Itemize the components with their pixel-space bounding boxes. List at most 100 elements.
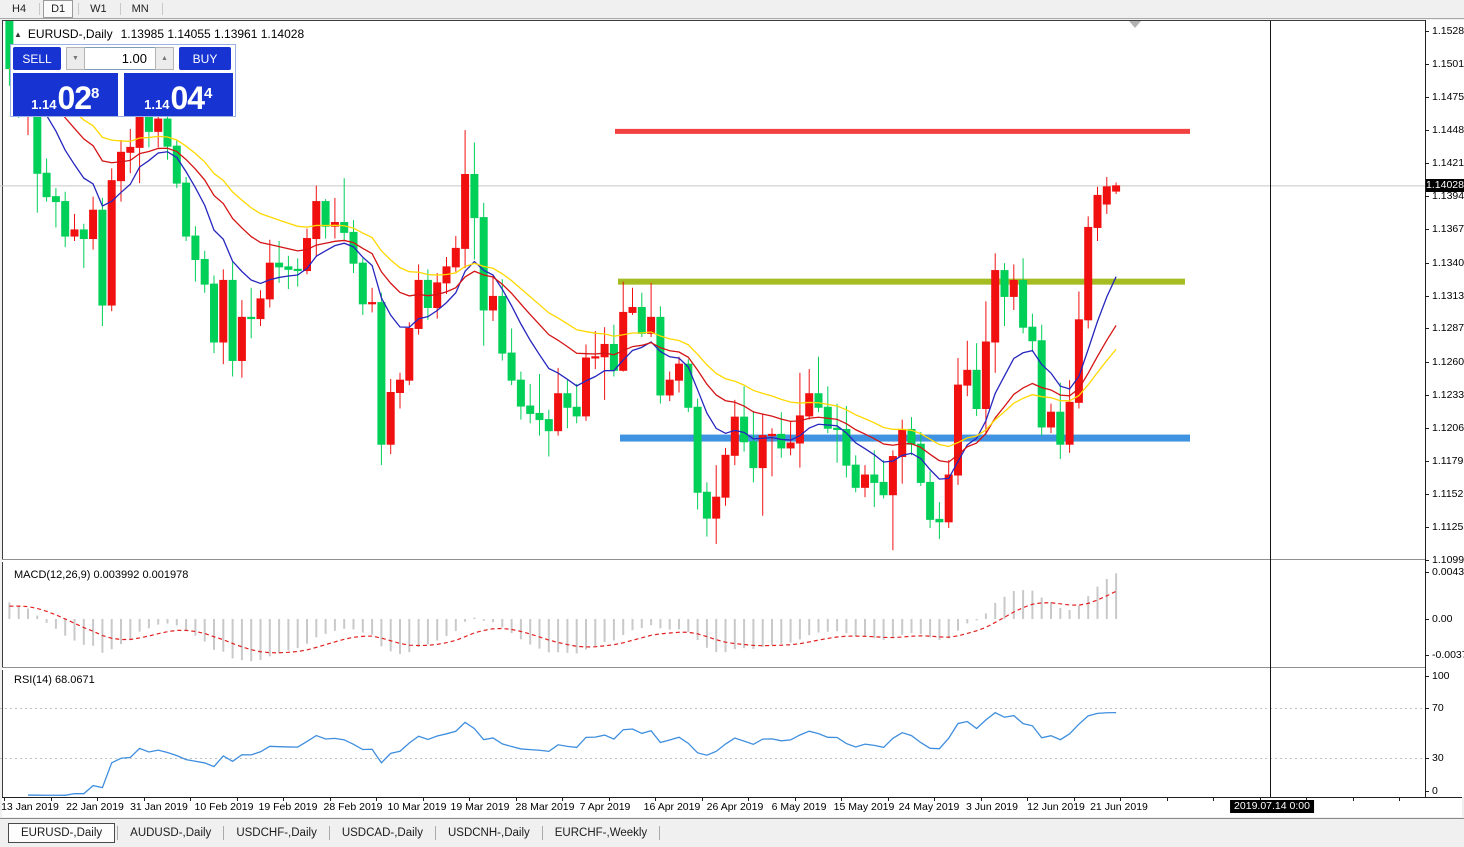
toolbar-separator — [78, 3, 79, 15]
price-tick — [1425, 163, 1429, 164]
buy-price-tile[interactable]: 1.14 04 4 — [124, 73, 233, 116]
date-axis-label: 31 Jan 2019 — [130, 801, 188, 813]
date-axis-label: 26 Apr 2019 — [707, 801, 764, 813]
timeframe-button-h4[interactable]: H4 — [4, 0, 34, 18]
date-axis[interactable]: 13 Jan 201922 Jan 201931 Jan 201910 Feb … — [2, 798, 1462, 817]
date-axis-label: 3 Jun 2019 — [966, 801, 1018, 813]
date-axis-label: 15 May 2019 — [834, 801, 895, 813]
one-click-trade-panel: SELL ▼ ▲ BUY 1.14 02 8 1.14 04 4 — [10, 44, 236, 117]
date-minor-tick — [1213, 798, 1214, 801]
price-tick — [1425, 527, 1429, 528]
date-minor-tick — [702, 798, 703, 801]
price-axis-label: 1.15015 — [1432, 59, 1464, 70]
price-axis-label: 1.14750 — [1432, 92, 1464, 103]
price-axis-label: 1.11255 — [1432, 522, 1464, 533]
price-axis-label: 1.12330 — [1432, 390, 1464, 401]
macd-signal-line — [9, 591, 1116, 652]
price-tick — [1425, 296, 1429, 297]
price-axis-label: 1.15285 — [1432, 26, 1464, 37]
date-axis-label: 7 Apr 2019 — [580, 801, 631, 813]
sell-button[interactable]: SELL — [13, 47, 61, 70]
chart-tab-usdcaddaily[interactable]: USDCAD-,Daily — [332, 824, 433, 842]
rsi-axis-label: 30 — [1432, 753, 1444, 764]
horizontal-level-line — [615, 129, 1190, 134]
timeframe-button-mn[interactable]: MN — [124, 0, 157, 18]
vertical-line-object[interactable] — [1270, 21, 1271, 797]
chart-symbol-label: EURUSD-,Daily — [28, 27, 113, 41]
price-axis-label: 1.12065 — [1432, 423, 1464, 434]
rsi-label: RSI(14) 68.0671 — [14, 674, 95, 686]
macd-panel-canvas[interactable] — [0, 566, 1425, 666]
rsi-line — [28, 713, 1116, 796]
price-axis-label: 1.13405 — [1432, 258, 1464, 269]
price-tick — [1425, 395, 1429, 396]
sell-price-big: 02 — [57, 83, 91, 113]
buy-price-big: 04 — [170, 83, 204, 113]
chart-tab-bar: EURUSD-,Daily AUDUSD-,Daily USDCHF-,Daily U… — [0, 818, 1464, 847]
rsi-axis-label: 0 — [1432, 786, 1438, 797]
toolbar-separator — [39, 3, 40, 15]
volume-input[interactable] — [85, 47, 155, 70]
date-axis-label: 12 Jun 2019 — [1027, 801, 1085, 813]
macd-label: MACD(12,26,9) 0.003992 0.001978 — [14, 569, 188, 581]
chart-tab-eurchfweekly[interactable]: EURCHF-,Weekly — [545, 824, 657, 842]
price-tick — [1425, 229, 1429, 230]
chart-tab-usdcnhdaily[interactable]: USDCNH-,Daily — [438, 824, 540, 842]
date-axis-label: 19 Feb 2019 — [259, 801, 318, 813]
collapse-arrow-icon[interactable]: ▲ — [14, 30, 22, 39]
price-tick — [1425, 263, 1429, 264]
sell-price-tile[interactable]: 1.14 02 8 — [13, 73, 118, 116]
price-tick — [1425, 428, 1429, 429]
tab-divider — [435, 826, 436, 840]
volume-decrease-button[interactable]: ▼ — [66, 47, 85, 70]
bid-price-tag: 1.14028 — [1426, 179, 1464, 192]
moving-average-30 — [9, 69, 1116, 447]
toolbar-separator — [162, 3, 163, 15]
spinner-down-icon: ▼ — [72, 55, 79, 62]
buy-price-pip: 4 — [204, 89, 212, 99]
spinner-up-icon: ▲ — [161, 55, 168, 62]
chart-tab-usdchfdaily[interactable]: USDCHF-,Daily — [226, 824, 327, 842]
date-axis-label: 13 Jan 2019 — [1, 801, 59, 813]
volume-increase-button[interactable]: ▲ — [155, 47, 174, 70]
date-axis-label: 28 Mar 2019 — [516, 801, 575, 813]
chart-tab-eurusddaily[interactable]: EURUSD-,Daily — [8, 823, 115, 843]
tab-divider — [659, 826, 660, 840]
date-minor-tick — [1353, 798, 1354, 801]
chart-tab-audusddaily[interactable]: AUDUSD-,Daily — [120, 824, 221, 842]
macd-axis-tick — [1425, 619, 1429, 620]
price-tick — [1425, 494, 1429, 495]
timeframe-button-w1[interactable]: W1 — [82, 0, 115, 18]
rsi-axis-tick — [1425, 708, 1429, 709]
horizontal-level-line — [618, 279, 1185, 285]
macd-axis-tick — [1425, 572, 1429, 573]
rsi-panel-canvas[interactable] — [0, 671, 1425, 797]
price-axis-label: 1.13675 — [1432, 224, 1464, 235]
rsi-axis-tick — [1425, 758, 1429, 759]
price-tick — [1425, 97, 1429, 98]
date-axis-label: 24 May 2019 — [899, 801, 960, 813]
price-tick — [1425, 31, 1429, 32]
price-tick — [1425, 328, 1429, 329]
rsi-axis-tick — [1425, 676, 1429, 677]
buy-button[interactable]: BUY — [179, 47, 231, 70]
date-axis-label: 10 Feb 2019 — [195, 801, 254, 813]
price-tick — [1425, 196, 1429, 197]
vertical-line-date-tag: 2019.07.14 0:00 — [1230, 800, 1314, 813]
date-axis-label: 6 May 2019 — [772, 801, 827, 813]
chart-shift-marker-icon[interactable] — [1129, 21, 1141, 28]
date-axis-label: 16 Apr 2019 — [644, 801, 701, 813]
date-axis-label: 21 Jun 2019 — [1090, 801, 1148, 813]
price-axis-label: 1.13135 — [1432, 291, 1464, 302]
date-axis-label: 10 Mar 2019 — [388, 801, 447, 813]
sell-price-prefix: 1.14 — [31, 97, 56, 113]
date-minor-tick — [190, 798, 191, 801]
price-tick — [1425, 64, 1429, 65]
toolbar-separator — [120, 3, 121, 15]
price-tick — [1425, 560, 1429, 561]
price-tick — [1425, 130, 1429, 131]
rsi-value: 68.0671 — [55, 674, 95, 686]
tab-divider — [329, 826, 330, 840]
timeframe-button-d1[interactable]: D1 — [43, 0, 73, 18]
mt-terminal: H4D1W1MN ▲EURUSD-,Daily1.13985 1.14055 1… — [0, 0, 1464, 847]
